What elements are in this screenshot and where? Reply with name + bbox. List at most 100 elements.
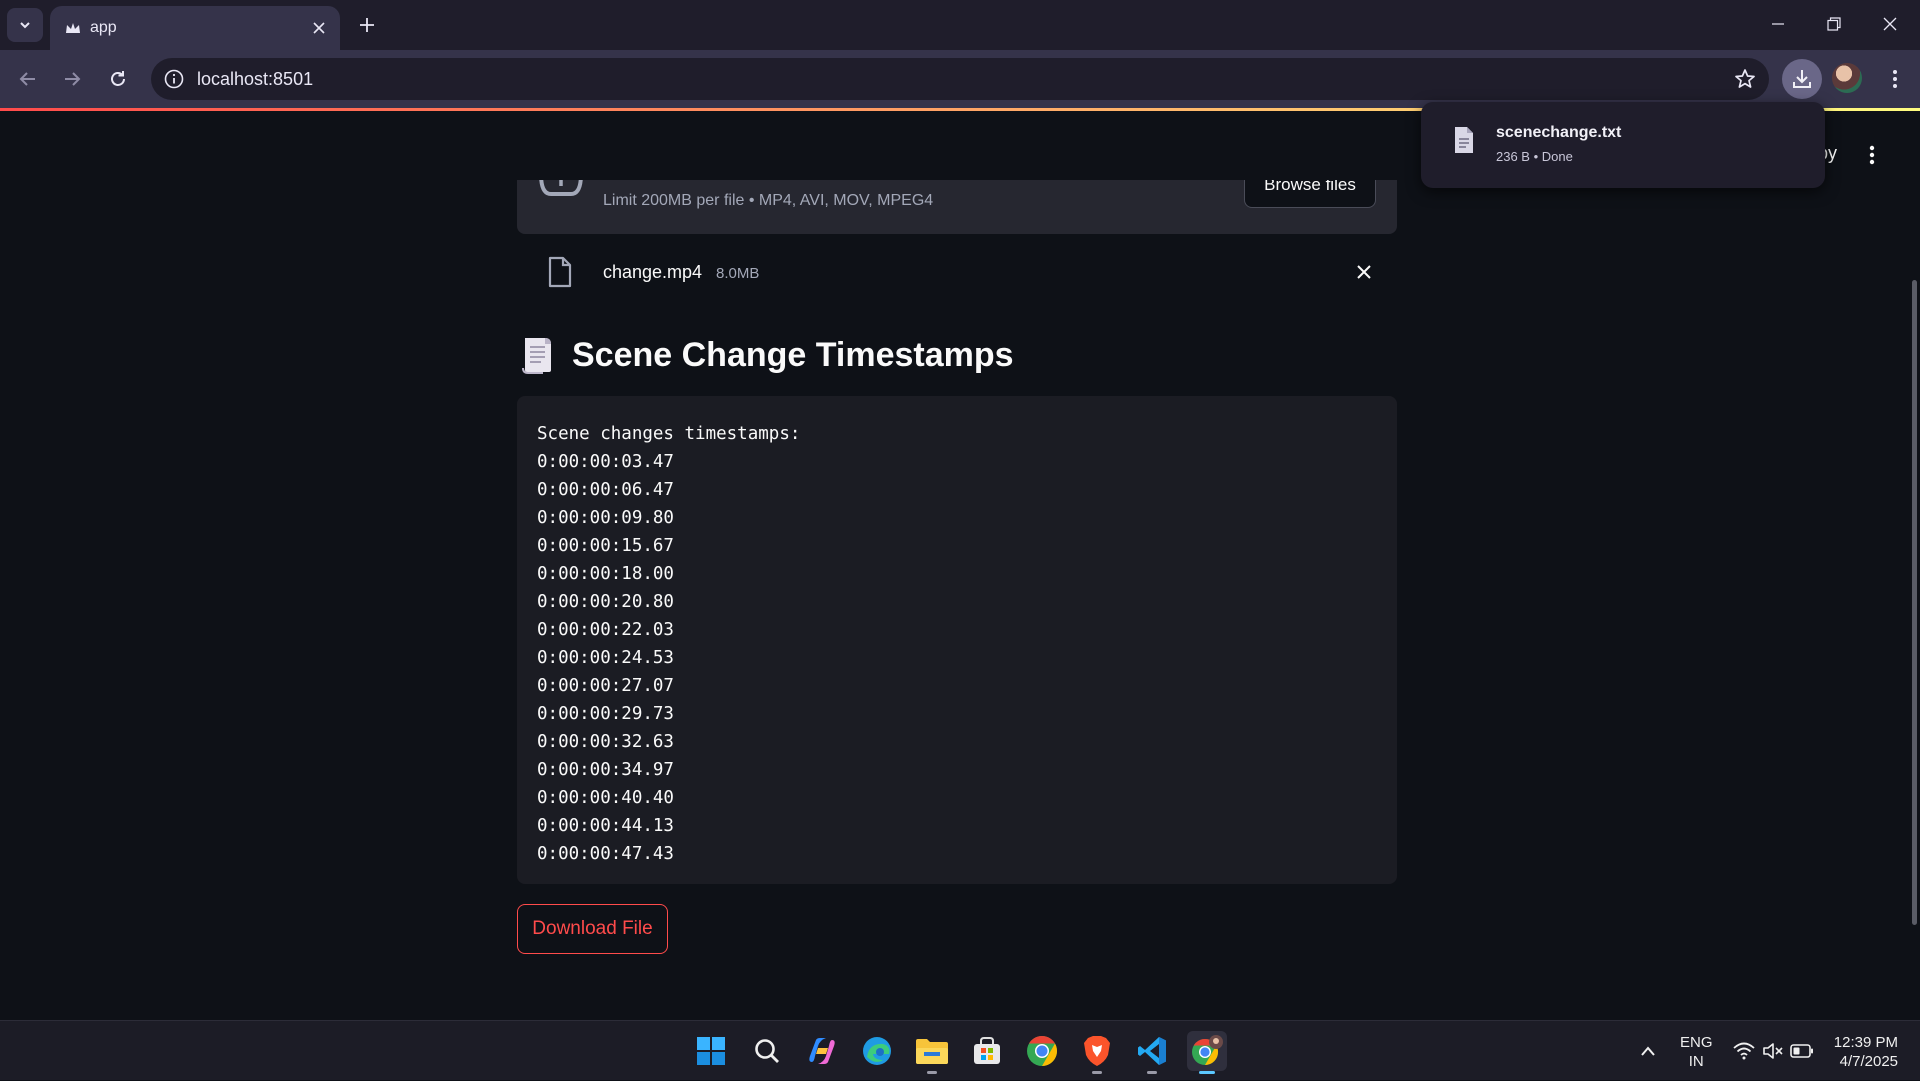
restore-icon: [1827, 17, 1841, 31]
chevron-down-icon: [20, 22, 30, 29]
windows-logo-icon: [697, 1037, 725, 1065]
system-clock[interactable]: 12:39 PM 4/7/2025: [1832, 1033, 1898, 1071]
windows-taskbar: ENG IN 12:39 PM 4/7/2025: [0, 1020, 1920, 1080]
timestamp-line: 0:00:00:03.47: [537, 452, 674, 472]
search-icon: [755, 1039, 779, 1063]
running-indicator: [927, 1071, 937, 1074]
browser-menu-button[interactable]: [1880, 64, 1910, 94]
running-indicator: [1092, 1071, 1102, 1074]
download-bubble: scenechange.txt 236 B • Done: [1421, 102, 1825, 188]
address-bar[interactable]: localhost:8501: [151, 58, 1769, 100]
download-status: 236 B • Done: [1496, 149, 1573, 164]
wifi-icon: [1733, 1042, 1755, 1060]
section-header: Scene Change Timestamps: [521, 331, 1014, 379]
browser-toolbar: localhost:8501: [0, 50, 1920, 108]
arrow-right-icon: [65, 72, 81, 86]
taskbar-search-button[interactable]: [747, 1031, 787, 1071]
start-button[interactable]: [691, 1031, 731, 1071]
upload-limit-text: Limit 200MB per file • MP4, AVI, MOV, MP…: [603, 192, 934, 209]
file-icon: [548, 256, 572, 288]
chrome-icon: [1027, 1036, 1058, 1066]
profile-avatar[interactable]: [1832, 63, 1862, 93]
timestamp-line: 0:00:00:24.53: [537, 648, 674, 668]
more-vertical-icon: [1893, 70, 1897, 88]
streamlit-crown-icon: [66, 23, 80, 33]
page-facing-up-icon: [522, 338, 551, 374]
timestamp-line: 0:00:00:22.03: [537, 620, 674, 640]
clock-time: 12:39 PM: [1833, 1034, 1898, 1051]
chevron-up-icon: [1641, 1046, 1655, 1056]
code-heading-line: Scene changes timestamps:: [537, 424, 801, 444]
taskbar-file-explorer[interactable]: [912, 1031, 952, 1074]
more-vertical-icon: [1869, 145, 1875, 165]
language-code: ENG: [1680, 1034, 1713, 1051]
close-window-button[interactable]: [1862, 0, 1918, 48]
timestamp-line: 0:00:00:47.43: [537, 844, 674, 864]
store-icon: [974, 1037, 1000, 1064]
region-code: IN: [1688, 1053, 1704, 1070]
copilot-icon: [809, 1038, 835, 1064]
volume-status[interactable]: [1760, 1021, 1786, 1081]
timestamp-line: 0:00:00:40.40: [537, 788, 674, 808]
battery-icon: [1790, 1044, 1813, 1058]
page-scrollbar[interactable]: [1912, 280, 1917, 925]
tab-close-button[interactable]: [308, 17, 330, 39]
close-icon: [1357, 265, 1371, 279]
timestamp-line: 0:00:00:29.73: [537, 704, 674, 724]
taskbar-brave[interactable]: [1077, 1031, 1117, 1074]
timestamp-line: 0:00:00:15.67: [537, 536, 674, 556]
close-icon: [313, 22, 325, 34]
minimize-icon: [1772, 23, 1784, 25]
back-button[interactable]: [13, 64, 43, 94]
uploaded-file-name: change.mp4: [603, 262, 703, 282]
cloud-upload-icon: [539, 180, 583, 196]
reload-button[interactable]: [103, 64, 133, 94]
folder-icon: [916, 1039, 948, 1064]
brave-lion-icon: [1084, 1036, 1110, 1066]
site-info-icon[interactable]: [163, 68, 185, 90]
tab-app[interactable]: app: [50, 6, 340, 50]
restore-button[interactable]: [1806, 0, 1862, 48]
new-tab-button[interactable]: [353, 11, 381, 39]
battery-status[interactable]: [1788, 1021, 1816, 1081]
taskbar-vscode[interactable]: [1132, 1031, 1172, 1074]
show-hidden-icons-button[interactable]: [1633, 1021, 1663, 1081]
timestamp-line: 0:00:00:27.07: [537, 676, 674, 696]
running-indicator: [1147, 1071, 1157, 1074]
app-menu-button[interactable]: [1860, 140, 1884, 170]
browser-tab-strip: app: [0, 0, 1920, 50]
minimize-button[interactable]: [1750, 0, 1806, 48]
download-file-button[interactable]: Download File: [517, 904, 668, 954]
tab-search-button[interactable]: [7, 8, 43, 42]
close-icon: [1883, 17, 1897, 31]
edge-icon: [863, 1037, 891, 1065]
url-text[interactable]: localhost:8501: [197, 69, 313, 90]
star-icon[interactable]: [1733, 67, 1757, 91]
arrow-left-icon: [19, 72, 35, 86]
downloads-button[interactable]: [1782, 59, 1822, 99]
tab-title: app: [90, 19, 117, 36]
timestamp-line: 0:00:00:06.47: [537, 480, 674, 500]
remove-file-button[interactable]: [1353, 261, 1375, 283]
browse-files-button[interactable]: Browse files: [1244, 180, 1376, 208]
download-file-name[interactable]: scenechange.txt: [1496, 124, 1621, 142]
timestamps-code-block: Scene changes timestamps: 0:00:00:03.47 0:…: [517, 396, 1397, 884]
uploaded-file-size: 8.0MB: [716, 265, 760, 282]
taskbar-chrome-profile[interactable]: [1187, 1031, 1227, 1074]
vscode-icon: [1138, 1037, 1166, 1065]
section-title: Scene Change Timestamps: [572, 335, 1014, 374]
timestamp-line: 0:00:00:44.13: [537, 816, 674, 836]
chrome-profile-icon: [1192, 1035, 1223, 1066]
timestamp-line: 0:00:00:34.97: [537, 760, 674, 780]
taskbar-edge[interactable]: [857, 1031, 897, 1071]
active-indicator: [1199, 1071, 1215, 1074]
timestamp-line: 0:00:00:32.63: [537, 732, 674, 752]
taskbar-chrome[interactable]: [1022, 1031, 1062, 1071]
language-indicator[interactable]: ENG IN: [1680, 1033, 1713, 1071]
forward-button[interactable]: [57, 64, 87, 94]
timestamp-line: 0:00:00:09.80: [537, 508, 674, 528]
taskbar-store[interactable]: [967, 1031, 1007, 1071]
wifi-status[interactable]: [1730, 1021, 1758, 1081]
taskbar-copilot[interactable]: [802, 1031, 842, 1071]
file-uploader-dropzone[interactable]: Limit 200MB per file • MP4, AVI, MOV, MP…: [517, 180, 1397, 234]
